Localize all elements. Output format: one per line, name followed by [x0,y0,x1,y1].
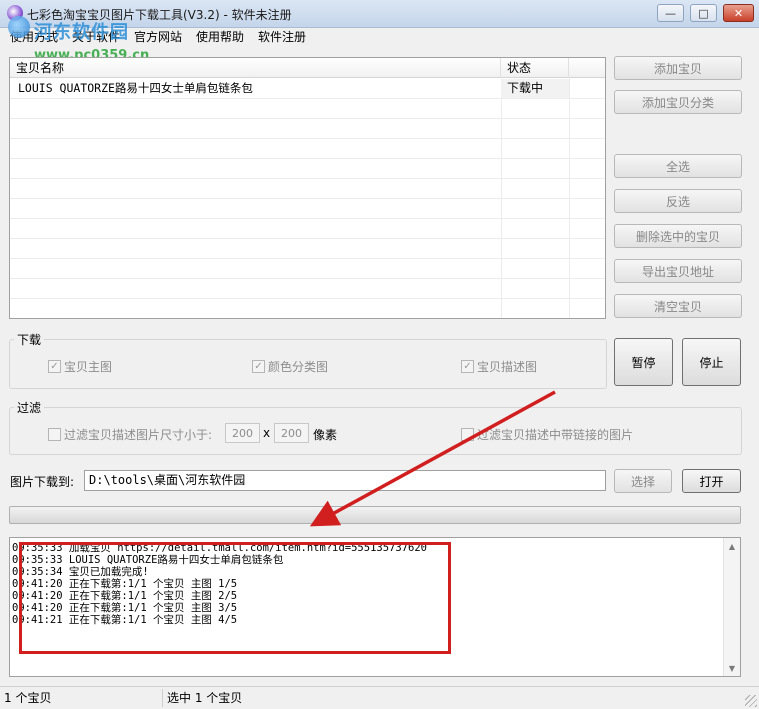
invert-selection-button[interactable]: 反选 [614,189,742,213]
column-header-name[interactable]: 宝贝名称 [10,58,501,78]
add-item-button[interactable]: 添加宝贝 [614,56,742,80]
menu-bar: 使用方式 关于软件 官方网站 使用帮助 软件注册 [0,28,759,46]
maximize-icon: □ [698,6,709,20]
delete-selected-button[interactable]: 删除选中的宝贝 [614,224,742,248]
log-scrollbar[interactable]: ▲ ▼ [723,538,740,676]
description-image-checkbox[interactable]: ✓ 宝贝描述图 [461,358,537,375]
color-category-checkbox[interactable]: ✓ 颜色分类图 [252,358,328,375]
menu-website[interactable]: 官方网站 [134,28,182,46]
empty-row [10,199,605,219]
clear-items-button[interactable]: 清空宝贝 [614,294,742,318]
item-list[interactable]: 宝贝名称 状态 LOUIS QUATORZE路易十四女士单肩包链条包 下载中 [9,57,606,319]
download-path-input[interactable]: D:\tools\桌面\河东软件园 [84,470,606,491]
log-line: 09:41:21 正在下载第:1/1 个宝贝 主图 4/5 [12,614,238,626]
size-filter-label: 过滤宝贝描述图片尺寸小于: [64,428,213,442]
checkbox-box [48,428,61,441]
column-header-status[interactable]: 状态 [501,58,569,78]
choose-folder-button[interactable]: 选择 [614,469,672,493]
table-row[interactable]: LOUIS QUATORZE路易十四女士单肩包链条包 下载中 [10,79,605,99]
empty-row [10,279,605,299]
empty-row [10,179,605,199]
download-progress-bar [9,506,741,524]
log-line: 09:35:33 加载宝贝 https://detail.tmall.com/i… [12,542,427,554]
times-sign: x [263,426,271,440]
status-bar: 1 个宝贝 选中 1 个宝贝 [0,686,759,709]
menu-register[interactable]: 软件注册 [258,28,306,46]
min-height-input[interactable]: 200 [274,423,309,443]
description-image-label: 宝贝描述图 [477,360,538,374]
export-addresses-button[interactable]: 导出宝贝地址 [614,259,742,283]
main-image-checkbox[interactable]: ✓ 宝贝主图 [48,358,112,375]
empty-row [10,139,605,159]
main-image-label: 宝贝主图 [64,360,113,374]
size-filter-checkbox[interactable]: 过滤宝贝描述图片尺寸小于: [48,426,212,443]
log-line: 09:41:20 正在下载第:1/1 个宝贝 主图 2/5 [12,590,238,602]
menu-about[interactable]: 关于软件 [72,28,120,46]
row-name: LOUIS QUATORZE路易十四女士单肩包链条包 [18,81,253,95]
checkmark-icon: ✓ [461,360,474,373]
open-folder-button[interactable]: 打开 [682,469,741,493]
close-button[interactable]: ✕ [723,4,754,22]
checkmark-icon: ✓ [252,360,265,373]
checkmark-icon: ✓ [48,360,61,373]
select-all-button[interactable]: 全选 [614,154,742,178]
scroll-down-icon[interactable]: ▼ [724,660,740,676]
pause-button[interactable]: 暂停 [614,338,673,386]
checkbox-box [461,428,474,441]
link-filter-label: 过滤宝贝描述中带链接的图片 [477,428,634,442]
close-icon: ✕ [733,6,744,20]
log-output[interactable]: 09:35:33 加载宝贝 https://detail.tmall.com/i… [9,537,741,677]
title-bar: 七彩色淘宝宝贝图片下载工具(V3.2) - 软件未注册 — □ ✕ [0,0,759,28]
min-width-input[interactable]: 200 [225,423,260,443]
maximize-button[interactable]: □ [690,4,717,22]
status-selected-count: 选中 1 个宝贝 [167,691,243,705]
color-category-label: 颜色分类图 [268,360,329,374]
empty-row [10,99,605,119]
resize-grip-icon[interactable] [745,695,757,707]
empty-row [10,299,605,318]
window-title: 七彩色淘宝宝贝图片下载工具(V3.2) - 软件未注册 [27,8,292,22]
list-header: 宝贝名称 状态 [10,58,605,78]
download-path-label: 图片下载到: [10,475,75,489]
download-group-label: 下载 [14,331,45,348]
menu-help[interactable]: 使用帮助 [196,28,244,46]
log-line: 09:41:20 正在下载第:1/1 个宝贝 主图 3/5 [12,602,238,614]
scroll-up-icon[interactable]: ▲ [724,538,740,554]
status-item-count: 1 个宝贝 [0,689,163,707]
filter-group-label: 过滤 [14,399,45,416]
stop-button[interactable]: 停止 [682,338,741,386]
empty-row [10,159,605,179]
empty-row [10,259,605,279]
minimize-button[interactable]: — [657,4,684,22]
log-line: 09:35:34 宝贝已加载完成! [12,566,149,578]
link-filter-checkbox[interactable]: 过滤宝贝描述中带链接的图片 [461,426,633,443]
minimize-icon: — [665,6,676,20]
empty-row [10,219,605,239]
empty-row [10,239,605,259]
watermark-logo-icon [8,16,30,38]
log-line: 09:35:33 LOUIS QUATORZE路易十四女士单肩包链条包 [12,554,284,566]
log-line: 09:41:20 正在下载第:1/1 个宝贝 主图 1/5 [12,578,238,590]
add-category-button[interactable]: 添加宝贝分类 [614,90,742,114]
row-status: 下载中 [501,79,569,98]
empty-row [10,119,605,139]
pixel-unit-label: 像素 [313,428,338,442]
